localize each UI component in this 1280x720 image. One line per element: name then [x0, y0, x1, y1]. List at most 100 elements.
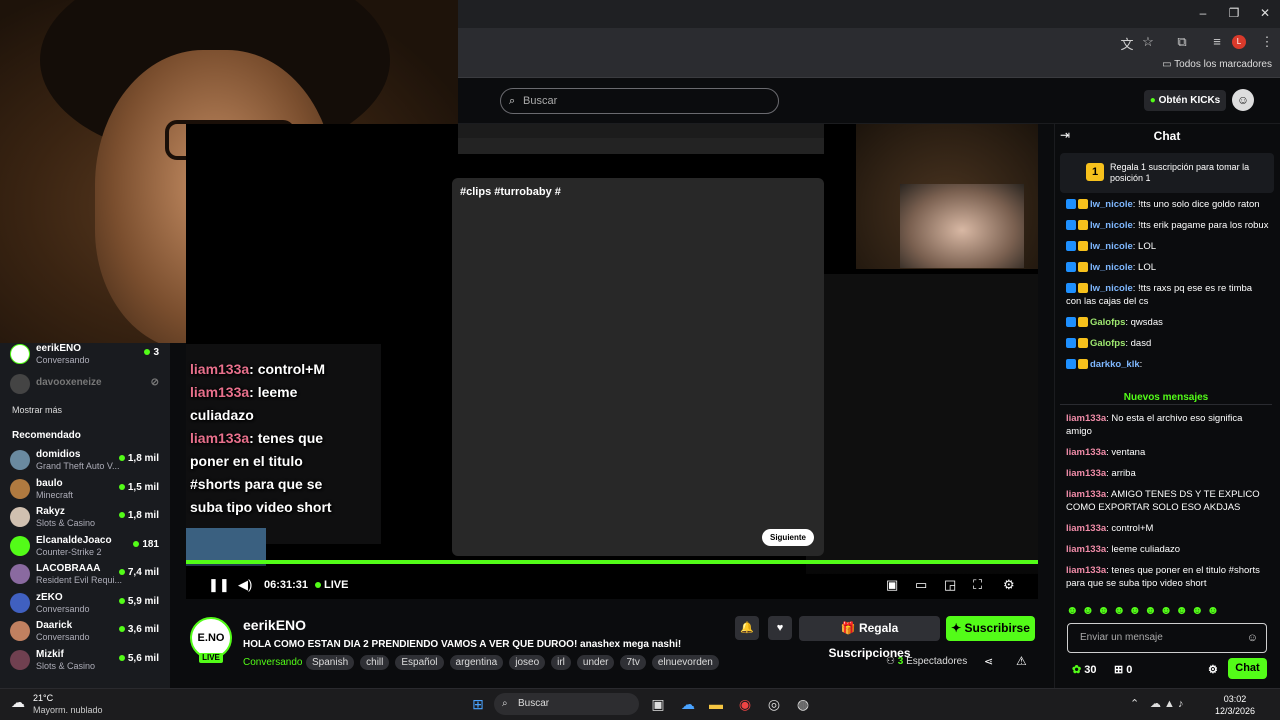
captured-facecam [900, 184, 1024, 268]
gift-subscriptions-button[interactable]: 🎁 Regala Suscripciones [799, 616, 940, 660]
avatar [10, 507, 30, 527]
chat-username[interactable]: lw_nicole [1090, 199, 1133, 210]
sidebar-channel[interactable]: zEKO Conversando 5,9 mil [10, 592, 165, 622]
file-explorer-icon[interactable]: ▬ [706, 694, 726, 714]
tag[interactable]: joseo [509, 655, 546, 670]
viewers-icon: ⚇ [886, 656, 898, 667]
show-more-link[interactable]: Mostrar más [12, 405, 62, 415]
chrome-icon[interactable]: ◉ [735, 694, 755, 714]
sidebar-channel[interactable]: ElcanaldeJoaco Counter-Strike 2 181 [10, 535, 165, 565]
sidebar-channel[interactable]: LACOBRAAA Resident Evil Requi... 7,4 mil [10, 563, 165, 593]
tag[interactable]: Spanish [306, 655, 355, 670]
emote-bar[interactable]: ☻☻☻☻☻☻☻☻☻☻ [1066, 603, 1222, 617]
captured-analytics-table [806, 274, 1038, 574]
media-icon[interactable]: ≡ [1208, 34, 1226, 49]
gift-leaderboard-banner[interactable]: 1 Regala 1 suscripción para tomar la pos… [1060, 153, 1274, 193]
report-icon[interactable]: ⚠ [1016, 654, 1027, 668]
sidebar-channel-offline[interactable]: davooxeneize ⊘ [10, 373, 165, 403]
tag[interactable]: irl [551, 655, 571, 670]
stream-title: HOLA COMO ESTAN DIA 2 PRENDIENDO VAMOS A… [243, 639, 682, 650]
menu-icon[interactable]: ⋮ [1258, 34, 1276, 50]
tray-icons[interactable]: ☁ ▲ ♪ [1150, 697, 1184, 710]
sidebar-channel[interactable]: Daarick Conversando 3,6 mil [10, 620, 165, 650]
close-icon[interactable]: ✕ [1255, 6, 1275, 20]
weather-icon[interactable]: ☁ [11, 694, 25, 711]
chat-username[interactable]: lw_nicole [1090, 262, 1133, 273]
taskbar-clock[interactable]: 03:02 12/3/2026 [1210, 693, 1260, 717]
chat-username[interactable]: liam133a [1066, 544, 1106, 555]
crown-icon [1078, 283, 1088, 294]
extensions-icon[interactable]: ⧉ [1173, 34, 1191, 50]
tag[interactable]: 7tv [620, 655, 646, 670]
gift-counter[interactable]: ⊞ 0 [1114, 663, 1132, 676]
get-kicks-button[interactable]: ● Obtén KICKs [1144, 90, 1226, 111]
pause-icon[interactable]: ❚❚ [208, 577, 230, 593]
clip-icon[interactable]: ▣ [886, 577, 898, 593]
chat-username[interactable]: liam133a [1066, 413, 1106, 424]
translate-icon[interactable]: 文 [1118, 34, 1136, 53]
windows-start-icon[interactable]: ⊞ [468, 694, 488, 714]
settings-icon[interactable]: ⚙ [1003, 577, 1015, 593]
avatar [10, 564, 30, 584]
app-icon[interactable]: ◎ [764, 694, 784, 714]
live-indicator: LIVE [315, 579, 348, 591]
steam-icon[interactable]: ◍ [793, 694, 813, 714]
follow-heart-icon[interactable]: ♥ [768, 616, 792, 640]
chat-username[interactable]: lw_nicole [1090, 241, 1133, 252]
share-icon[interactable]: ⋖ [984, 655, 993, 668]
theater-mode-icon[interactable]: ▭ [915, 577, 927, 593]
emoji-icon[interactable]: ☺ [1247, 624, 1258, 652]
taskbar-search[interactable]: ⌕ Buscar [494, 693, 639, 715]
chat-username[interactable]: Galofps [1090, 338, 1125, 349]
chat-message: lw_nicole: !tts erik pagame para los rob… [1066, 219, 1270, 232]
points-counter[interactable]: ✿ 30 [1072, 663, 1097, 676]
chat-username[interactable]: liam133a [1066, 468, 1106, 479]
notification-bell-icon[interactable]: 🔔 [735, 616, 759, 640]
sidebar-channel[interactable]: Mizkif Slots & Casino 5,6 mil [10, 649, 165, 679]
chat-username[interactable]: liam133a [1066, 523, 1106, 534]
sidebar-channel[interactable]: domidios Grand Theft Auto V... 1,8 mil [10, 449, 165, 479]
chat-settings-icon[interactable]: ⚙ [1208, 663, 1218, 676]
chat-username[interactable]: liam133a [1066, 447, 1106, 458]
chat-username[interactable]: darkko_klk [1090, 359, 1140, 370]
stream-category[interactable]: Conversando [243, 657, 302, 668]
task-view-icon[interactable]: ▣ [648, 694, 668, 714]
avatar [10, 374, 30, 394]
pip-icon[interactable]: ◲ [944, 577, 956, 593]
sidebar-channel[interactable]: Rakyz Slots & Casino 1,8 mil [10, 506, 165, 536]
send-chat-button[interactable]: Chat [1228, 658, 1267, 679]
fullscreen-icon[interactable]: ⛶ [973, 577, 982, 593]
chat-username[interactable]: Galofps [1090, 317, 1125, 328]
widgets-icon[interactable]: ☁ [678, 694, 698, 714]
all-bookmarks-link[interactable]: ▭ Todos los marcadores [1162, 59, 1272, 70]
chat-message: liam133a: AMIGO TENES DS Y TE EXPLICO CO… [1066, 489, 1260, 513]
tag[interactable]: argentina [449, 655, 504, 670]
chat-username[interactable]: liam133a [1066, 565, 1106, 576]
chat-username[interactable]: lw_nicole [1090, 220, 1133, 231]
tag[interactable]: under [576, 655, 615, 670]
star-icon[interactable]: ☆ [1139, 34, 1157, 50]
sidebar-channel[interactable]: baulo Minecraft 1,5 mil [10, 478, 165, 508]
chat-message: liam133a: No esta el archivo eso signifi… [1066, 413, 1243, 437]
subscribe-button[interactable]: ✦ Suscribirse [946, 616, 1035, 641]
chat-message: Galofps: dasd [1066, 337, 1270, 350]
search-input[interactable]: ⌕ Buscar [500, 88, 779, 114]
browser-tab-strip [458, 0, 1280, 28]
chat-input[interactable]: Enviar un mensaje ☺ [1067, 623, 1267, 653]
stream-video-player[interactable]: #clips #turrobaby # Siguiente liam133a: … [186, 124, 1038, 599]
user-avatar[interactable]: ☺ [1232, 89, 1254, 111]
tag[interactable]: chill [360, 655, 390, 670]
chat-message: lw_nicole: !tts uno solo dice goldo rato… [1066, 198, 1270, 211]
tag[interactable]: Español [395, 655, 444, 670]
tray-chevron-icon[interactable]: ⌃ [1130, 697, 1139, 710]
sidebar-channel-current[interactable]: eerikENO Conversando 3 [10, 343, 165, 373]
badge-icon [1066, 220, 1076, 231]
tag[interactable]: elnuevorden [651, 655, 719, 670]
maximize-icon[interactable]: ❐ [1224, 6, 1244, 20]
volume-icon[interactable]: ◀) [238, 577, 252, 593]
chat-username[interactable]: lw_nicole [1090, 283, 1133, 294]
channel-name[interactable]: eerikENO [243, 617, 306, 633]
minimize-icon[interactable]: – [1193, 6, 1213, 20]
profile-icon[interactable]: L [1232, 35, 1246, 49]
chat-username[interactable]: liam133a [1066, 489, 1106, 500]
